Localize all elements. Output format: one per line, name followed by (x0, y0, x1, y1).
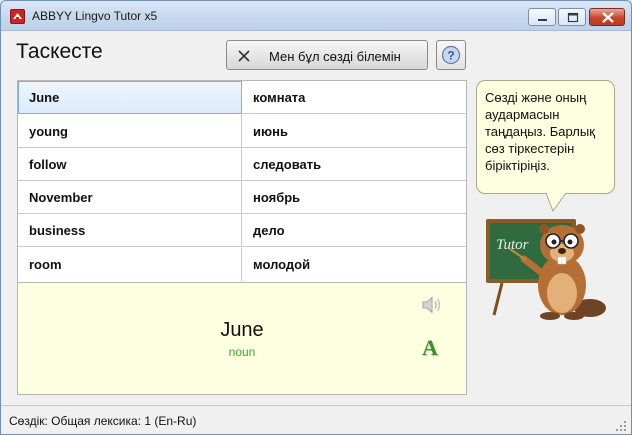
table-row: June комната (18, 81, 466, 114)
translation-cell[interactable]: ноябрь (242, 181, 466, 214)
beaver-tutor-mascot: Tutor (486, 219, 606, 320)
hint-text: Сөзді және оның аудармасын таңдаңыз. Бар… (485, 90, 595, 173)
table-row: young июнь (18, 115, 466, 148)
app-window: ABBYY Lingvo Tutor x5 Таскесте Мен бұл с… (0, 0, 632, 435)
speaker-icon[interactable] (421, 295, 443, 315)
word-matching-grid: June комната young июнь follow следовать… (17, 80, 467, 283)
close-button[interactable] (589, 8, 625, 26)
table-row: room молодой (18, 248, 466, 281)
help-button[interactable]: ? (436, 40, 466, 70)
word-cell[interactable]: room (18, 248, 242, 281)
word-cell[interactable]: business (18, 214, 242, 247)
cross-icon (238, 50, 250, 62)
dictionary-status: Сөздік: Общая лексика: 1 (En-Ru) (9, 414, 197, 428)
table-row: November ноябрь (18, 181, 466, 214)
i-know-this-word-button[interactable]: Мен бұл сөзді білемін (226, 40, 428, 70)
word-cell[interactable]: young (18, 115, 242, 148)
translation-cell[interactable]: молодой (242, 248, 466, 281)
hint-speech-bubble: Сөзді және оның аудармасын таңдаңыз. Бар… (476, 80, 615, 194)
help-icon: ? (441, 45, 461, 65)
close-icon (602, 12, 614, 23)
translation-cell[interactable]: следовать (242, 148, 466, 181)
speech-bubble-tail (546, 193, 567, 213)
word-cell[interactable]: June (18, 81, 242, 114)
word-cell[interactable]: November (18, 181, 242, 214)
svg-text:?: ? (447, 49, 454, 63)
table-row: follow следовать (18, 148, 466, 181)
title-bar[interactable]: ABBYY Lingvo Tutor x5 (1, 1, 631, 31)
font-icon[interactable]: A (422, 335, 438, 361)
app-logo-icon (10, 9, 25, 24)
page-title: Таскесте (16, 40, 103, 63)
translation-cell[interactable]: дело (242, 214, 466, 247)
word-cell[interactable]: follow (18, 148, 242, 181)
translation-cell[interactable]: комната (242, 81, 466, 114)
resize-grip-icon[interactable] (615, 420, 627, 432)
selected-word: June (220, 319, 264, 341)
maximize-icon (567, 12, 579, 23)
window-title: ABBYY Lingvo Tutor x5 (32, 9, 158, 23)
word-detail-panel: June noun A (17, 283, 467, 395)
table-row: business дело (18, 214, 466, 247)
minimize-button[interactable] (528, 8, 556, 26)
minimize-icon (538, 19, 547, 21)
i-know-this-word-label: Мен бұл сөзді білемін (269, 49, 401, 64)
part-of-speech: noun (228, 345, 256, 359)
status-bar: Сөздік: Общая лексика: 1 (En-Ru) (1, 405, 631, 434)
translation-cell[interactable]: июнь (242, 115, 466, 148)
maximize-button[interactable] (558, 8, 586, 26)
